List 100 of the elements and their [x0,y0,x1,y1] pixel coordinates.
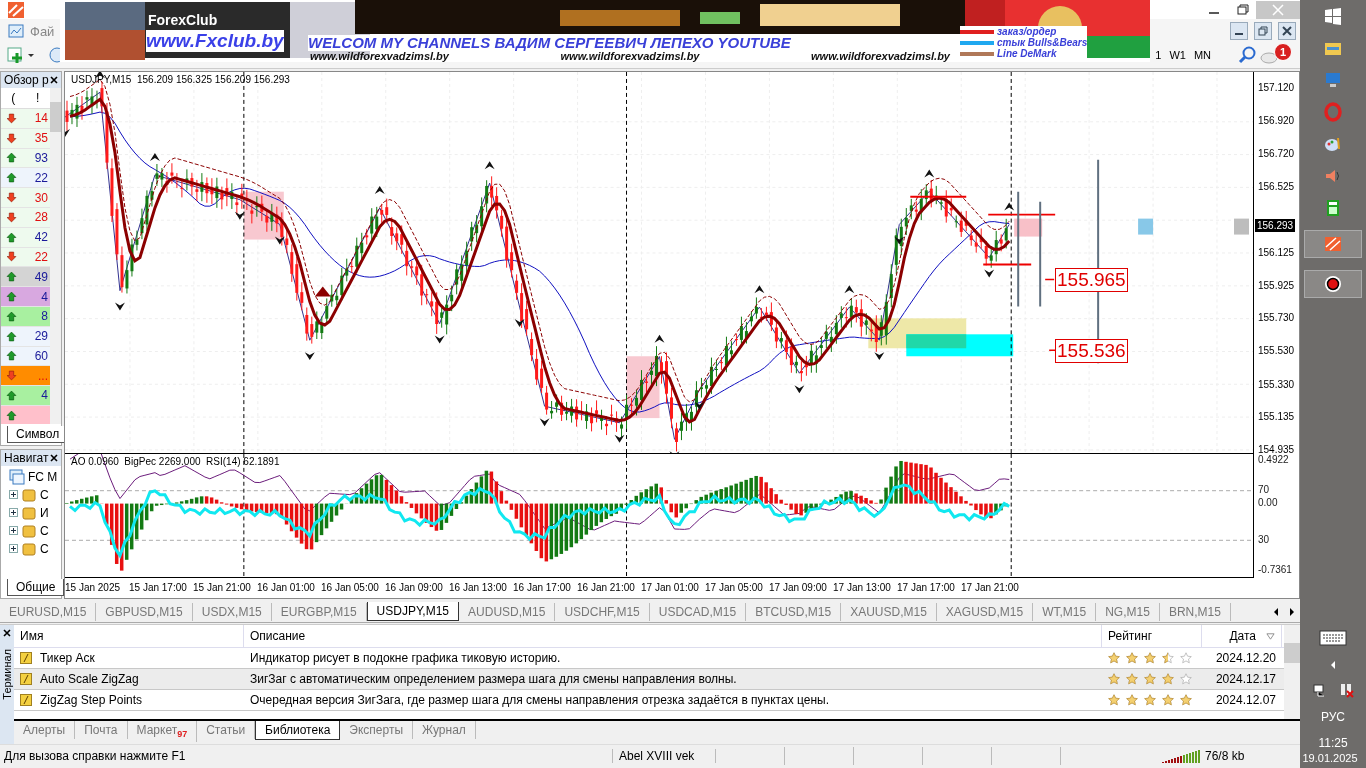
sort-icon[interactable] [1266,631,1275,641]
column-header[interactable]: ! [25,87,50,108]
keyboard-icon[interactable] [1318,628,1348,648]
chart-tab[interactable]: USDJPY,M15 [366,602,460,622]
spread-value: ... [37,368,49,383]
expand-icon[interactable] [9,490,18,500]
column-header[interactable]: Описание [244,625,1102,648]
tree-item[interactable]: С [40,523,49,538]
chart-tab[interactable]: XAGUSD,M15 [936,602,1034,621]
symbol-row[interactable]: 60 [1,346,50,367]
minimize-icon[interactable] [1230,22,1248,41]
indicator-axis-label: 0.4922 [1258,453,1289,465]
taskbar-app-button[interactable] [1304,270,1362,298]
chart-tab[interactable]: GBPUSD,M15 [96,602,193,621]
banner-brand: ForexClub [148,12,218,28]
language-indicator[interactable]: РУС [1321,710,1345,724]
chart-tab[interactable]: XAUUSD,M15 [841,602,937,621]
column-header[interactable]: Имя [14,625,244,648]
time-axis-label: 16 Jan 09:00 [385,582,444,594]
table-row[interactable]: Auto Scale ZigZag ЗигЗаг с автоматическим определением размера шага для смены направления волны. 2024.12.17 [14,669,1284,691]
expand-icon[interactable] [9,544,18,554]
panel-title: Обзор р [4,72,49,87]
chart-tab[interactable]: USDX,M15 [192,602,272,621]
symbol-row[interactable]: 35 [1,128,50,149]
expand-icon[interactable] [9,526,18,536]
spread-value: 49 [33,269,49,284]
indicator-header: AO 0.0960 BigPec 2269.000 RSI(14) 62.1891 [71,455,280,467]
table-cell: Тикер Аск [40,651,95,666]
terminal-tab[interactable]: Маркет$_{97}$ [127,721,198,742]
chart-tab[interactable]: BRN,M15 [1159,602,1231,621]
terminal-tab[interactable]: Журнал [413,721,476,740]
scroll-right-icon[interactable] [1287,605,1297,618]
chart-tab[interactable]: AUDUSD,M15 [459,602,556,621]
restore-icon[interactable] [1254,22,1272,41]
symbol-row[interactable]: 28 [1,207,50,228]
indicator-axis-label: -0.7361 [1258,563,1292,575]
symbol-row[interactable]: 93 [1,148,50,169]
search-icon[interactable] [1238,45,1258,66]
connection-bars-icon [1161,749,1201,764]
terminal-tab[interactable]: Эксперты [340,721,414,740]
price-axis-label: 156.125 [1258,246,1295,258]
column-header[interactable]: Рейтинг [1102,625,1202,648]
time-axis-label: 16 Jan 21:00 [577,582,636,594]
tree-item[interactable]: FC M [28,469,58,484]
clock-date[interactable]: 19.01.2025 [1302,752,1364,768]
column-header[interactable]: Дата [1229,629,1256,644]
close-icon[interactable] [50,75,58,84]
tree-item[interactable]: С [40,487,49,502]
banner-link[interactable]: www.wildforexvadzimsl.by [560,50,700,62]
scrollbar[interactable] [1284,625,1300,720]
close-icon[interactable] [1278,22,1296,41]
battery-icon[interactable] [1338,682,1354,698]
symbol-row[interactable]: 49 [1,267,50,288]
down-arrow-icon [6,211,17,223]
expand-icon[interactable] [9,508,18,518]
table-row[interactable]: ZigZag Step Points Очередная версия ЗигЗага, где размер шага для смены направления отрезка задаётся в пунктах цены. 2024.12.07 [14,690,1284,712]
time-axis-label: 17 Jan 17:00 [897,582,956,594]
spread-value: 29 [33,329,49,344]
caret-icon[interactable] [1329,660,1337,670]
symbol-row[interactable]: 42 [1,227,50,248]
windows-logo-icon[interactable] [1323,6,1343,26]
monitor-icon[interactable] [1323,70,1343,90]
scrollbar[interactable] [50,87,61,424]
chart-tab[interactable]: USDCAD,M15 [649,602,747,621]
price-axis-label: 156.920 [1258,115,1295,127]
banner-link[interactable]: www.wildforexvadzimsl.by [310,50,449,62]
symbol-row[interactable]: 22 [1,247,50,268]
table-cell-text: 2024.12.07 [1214,692,1277,710]
chart-tab[interactable]: NG,M15 [1096,602,1160,621]
indicator-axis-label: 0.00 [1258,496,1278,508]
chart-tab[interactable]: USDCHF,M15 [555,602,650,621]
timeframe-button[interactable]: MN [1190,47,1214,64]
chart-tab[interactable]: EURGBP,M15 [271,602,367,621]
symbol-row[interactable]: 14 [1,108,50,129]
close-icon[interactable] [50,453,58,462]
terminal-tab[interactable]: Библиотека [255,721,341,741]
banner-link[interactable]: www.wildforexvadzimsl.by [811,50,950,62]
timeframe-button[interactable]: W1 [1166,47,1189,64]
clock-time[interactable]: 11:25 [1318,736,1348,750]
terminal-tab[interactable]: Алерты [14,721,76,740]
new-chart-icon[interactable] [6,45,36,66]
panel-tab[interactable]: Общие [7,578,65,596]
chart-tab[interactable]: WT,M15 [1033,602,1097,621]
symbol-row[interactable]: 4 [1,386,50,406]
chart-tab[interactable]: EURUSD,M15 [0,602,97,621]
symbol-row[interactable]: 4 [1,287,50,307]
chart-tab[interactable]: BTCUSD,M15 [746,602,842,621]
timeframe-button[interactable]: 1 [1152,47,1165,64]
symbol-row[interactable]: 8 [1,306,50,327]
folder-icon [21,522,37,539]
terminal-tab[interactable]: Почта [75,721,128,740]
symbol-row[interactable]: 22 [1,168,50,189]
symbol-row[interactable]: 30 [1,188,50,208]
time-axis-label: 17 Jan 09:00 [769,582,828,594]
column-header[interactable]: ( [1,87,26,108]
close-icon[interactable] [3,629,11,638]
symbol-row[interactable]: 29 [1,326,50,347]
tree-item[interactable]: С [40,541,49,556]
folder-icon [21,486,37,503]
tree-item[interactable]: И [40,505,49,520]
